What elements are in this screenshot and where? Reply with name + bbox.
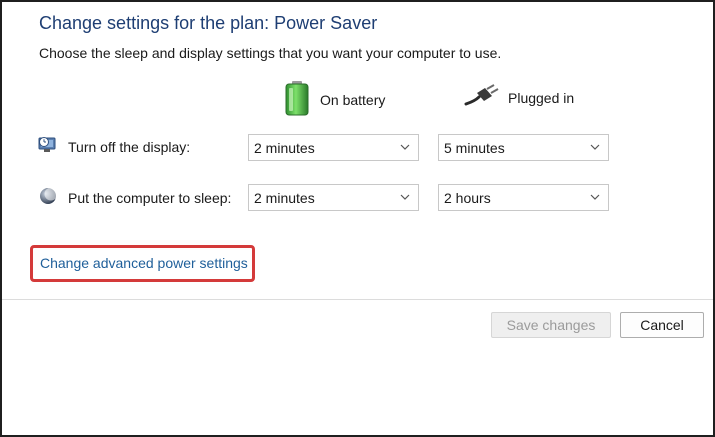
power-plan-settings-window: Change settings for the plan: Power Save… — [0, 0, 715, 437]
computer-sleep-label: Put the computer to sleep: — [68, 189, 232, 206]
column-label-plugged-in: Plugged in — [508, 89, 575, 106]
page-subtitle: Choose the sleep and display settings th… — [39, 45, 502, 61]
chevron-down-icon — [590, 194, 600, 200]
chevron-down-icon — [590, 144, 600, 150]
display-plugged-in-select[interactable]: 5 minutes — [438, 134, 609, 161]
sleep-plugged-in-value: 2 hours — [444, 189, 491, 206]
power-plug-icon — [464, 84, 500, 111]
sleep-on-battery-value: 2 minutes — [254, 189, 315, 206]
moon-icon — [38, 186, 58, 209]
page-title: Change settings for the plan: Power Save… — [39, 13, 378, 33]
column-label-on-battery: On battery — [320, 91, 386, 108]
turn-off-display-label: Turn off the display: — [68, 138, 191, 155]
cancel-button[interactable]: Cancel — [620, 312, 704, 338]
display-on-battery-select[interactable]: 2 minutes — [248, 134, 419, 161]
chevron-down-icon — [400, 194, 410, 200]
sleep-on-battery-select[interactable]: 2 minutes — [248, 184, 419, 211]
row-label-computer-sleep: Put the computer to sleep: — [38, 186, 231, 209]
battery-icon — [282, 80, 312, 119]
monitor-clock-icon — [38, 136, 58, 157]
display-on-battery-value: 2 minutes — [254, 139, 315, 156]
advanced-power-settings-link[interactable]: Change advanced power settings — [40, 255, 248, 271]
divider — [2, 299, 713, 300]
column-header-on-battery: On battery — [282, 80, 385, 119]
column-header-plugged-in: Plugged in — [464, 84, 574, 111]
display-plugged-in-value: 5 minutes — [444, 139, 505, 156]
sleep-plugged-in-select[interactable]: 2 hours — [438, 184, 609, 211]
row-label-turn-off-display: Turn off the display: — [38, 136, 190, 157]
save-changes-button[interactable]: Save changes — [491, 312, 611, 338]
chevron-down-icon — [400, 144, 410, 150]
